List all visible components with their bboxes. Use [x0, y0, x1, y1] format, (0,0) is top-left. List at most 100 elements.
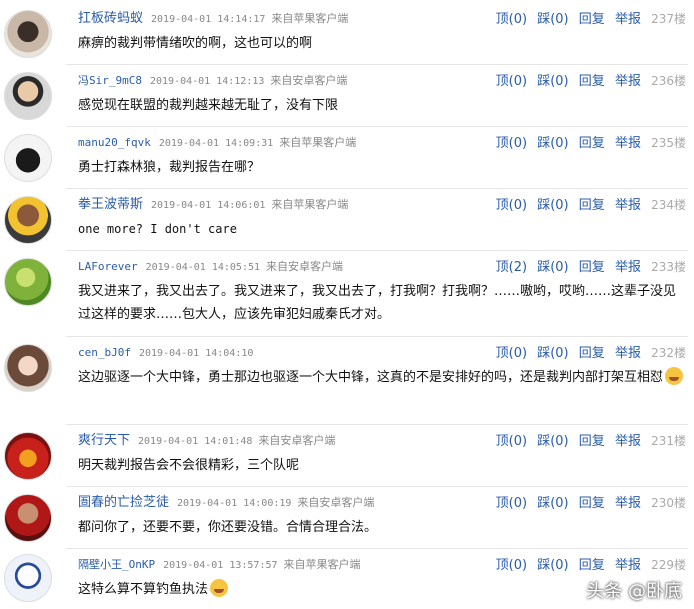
- avatar[interactable]: [4, 258, 52, 306]
- report-button[interactable]: 举报: [615, 198, 641, 213]
- avatar[interactable]: [4, 494, 52, 542]
- floor-number: 232楼: [651, 346, 686, 360]
- comment-actions: 顶(0) 踩(0) 回复 举报 230楼: [490, 492, 686, 511]
- upvote-button[interactable]: 顶(0): [496, 12, 527, 27]
- upvote-button[interactable]: 顶(0): [496, 136, 527, 151]
- comment-text: one more? I don't care: [78, 222, 237, 236]
- upvote-button[interactable]: 顶(0): [496, 496, 527, 511]
- report-button[interactable]: 举报: [615, 74, 641, 89]
- username[interactable]: manu20_fqvk: [78, 136, 151, 149]
- reply-button[interactable]: 回复: [579, 260, 605, 275]
- username[interactable]: 冯Sir_9mC8: [78, 74, 142, 87]
- comment-item: manu20_fqvk 2019-04-01 14:09:31 来自苹果客户端 顶(…: [0, 132, 694, 190]
- comment-item: cen_bJ0f 2019-04-01 14:04:10 顶(0) 踩(0) 回复…: [0, 342, 694, 426]
- post-source: 来自安卓客户端: [297, 496, 375, 509]
- post-time: 2019-04-01 13:57:57: [163, 560, 278, 571]
- floor-number: 231楼: [651, 434, 686, 448]
- avatar[interactable]: [4, 134, 52, 182]
- reply-button[interactable]: 回复: [579, 74, 605, 89]
- username[interactable]: LAForever: [78, 260, 138, 273]
- floor-number: 235楼: [651, 136, 686, 150]
- upvote-button[interactable]: 顶(0): [496, 198, 527, 213]
- comment-item: LAForever 2019-04-01 14:05:51 来自安卓客户端 顶(2)…: [0, 256, 694, 336]
- divider: [66, 336, 688, 337]
- report-button[interactable]: 举报: [615, 12, 641, 27]
- downvote-button[interactable]: 踩(0): [537, 74, 568, 89]
- reply-button[interactable]: 回复: [579, 558, 605, 573]
- post-time: 2019-04-01 14:06:01: [151, 200, 266, 211]
- divider: [66, 64, 688, 65]
- reply-button[interactable]: 回复: [579, 496, 605, 511]
- comment-text: 感觉现在联盟的裁判越来越无耻了，没有下限: [78, 98, 339, 113]
- downvote-button[interactable]: 踩(0): [537, 136, 568, 151]
- comment-item: 扛板砖蚂蚁 2019-04-01 14:14:17 来自苹果客户端 顶(0) 踩(0…: [0, 8, 694, 66]
- post-source: 来自苹果客户端: [279, 136, 357, 149]
- avatar[interactable]: [4, 554, 52, 602]
- downvote-button[interactable]: 踩(0): [537, 434, 568, 449]
- avatar[interactable]: [4, 196, 52, 244]
- comment-text-wrap: 这边驱逐一个大中锋，勇士那边也驱逐一个大中锋，这真的不是安排好的吗，还是裁判内部…: [78, 366, 684, 389]
- comment-text: 我又进来了，我又出去了。我又进来了，我又出去了，打我啊？打我啊？……嗷哟，哎哟……: [78, 284, 677, 322]
- upvote-button[interactable]: 顶(0): [496, 558, 527, 573]
- post-time: 2019-04-01 14:12:13: [149, 76, 265, 87]
- comment-actions: 顶(0) 踩(0) 回复 举报 235楼: [490, 132, 686, 151]
- report-button[interactable]: 举报: [615, 136, 641, 151]
- report-button[interactable]: 举报: [615, 346, 641, 361]
- comment-text: 这特么算不算钓鱼执法: [78, 582, 209, 597]
- avatar[interactable]: [4, 344, 52, 392]
- grin-emoji-icon: [665, 367, 684, 385]
- post-source: 来自苹果客户端: [271, 198, 349, 211]
- upvote-button[interactable]: 顶(0): [496, 74, 527, 89]
- report-button[interactable]: 举报: [615, 260, 641, 275]
- post-time: 2019-04-01 14:04:10: [138, 348, 254, 359]
- report-button[interactable]: 举报: [615, 558, 641, 573]
- upvote-button[interactable]: 顶(0): [496, 434, 527, 449]
- downvote-button[interactable]: 踩(0): [537, 198, 568, 213]
- username[interactable]: 扛板砖蚂蚁: [78, 11, 143, 26]
- reply-button[interactable]: 回复: [579, 434, 605, 449]
- divider: [66, 486, 688, 487]
- comment-text: 都问你了，还要不要，你还要没错。合情合理合法。: [78, 520, 378, 535]
- comment-actions: 顶(0) 踩(0) 回复 举报 234楼: [490, 194, 686, 213]
- username[interactable]: 拳王波蒂斯: [78, 197, 143, 212]
- watermark: 头条 @卧底: [586, 581, 682, 602]
- username[interactable]: 隔壁小王_OnKP: [78, 558, 155, 571]
- comment-actions: 顶(0) 踩(0) 回复 举报 232楼: [490, 342, 686, 361]
- post-source: 来自安卓客户端: [258, 434, 336, 447]
- report-button[interactable]: 举报: [615, 434, 641, 449]
- post-source: 来自安卓客户端: [266, 260, 343, 273]
- post-source: 来自苹果客户端: [283, 558, 361, 571]
- divider: [66, 250, 688, 251]
- downvote-button[interactable]: 踩(0): [537, 496, 568, 511]
- upvote-button[interactable]: 顶(0): [496, 346, 527, 361]
- downvote-button[interactable]: 踩(0): [537, 260, 568, 275]
- reply-button[interactable]: 回复: [579, 136, 605, 151]
- post-source: 来自苹果客户端: [271, 12, 349, 25]
- username[interactable]: 爽行天下: [78, 433, 130, 448]
- comment-actions: 顶(0) 踩(0) 回复 举报 237楼: [490, 8, 686, 27]
- avatar[interactable]: [4, 432, 52, 480]
- floor-number: 234楼: [651, 198, 686, 212]
- comment-item: 爽行天下 2019-04-01 14:01:48 来自安卓客户端 顶(0) 踩(0)…: [0, 430, 694, 488]
- avatar[interactable]: [4, 72, 52, 120]
- downvote-button[interactable]: 踩(0): [537, 346, 568, 361]
- upvote-button[interactable]: 顶(2): [496, 260, 527, 275]
- downvote-button[interactable]: 踩(0): [537, 12, 568, 27]
- comment-item: 拳王波蒂斯 2019-04-01 14:06:01 来自苹果客户端 顶(0) 踩(0…: [0, 194, 694, 252]
- username[interactable]: 圄春的亡捡芝徒: [78, 495, 169, 510]
- avatar[interactable]: [4, 10, 52, 58]
- smirk-emoji-icon: [210, 579, 229, 597]
- floor-number: 230楼: [651, 496, 686, 510]
- reply-button[interactable]: 回复: [579, 346, 605, 361]
- comment-text: 这边驱逐一个大中锋，勇士那边也驱逐一个大中锋，这真的不是安排好的吗，还是裁判内部…: [78, 370, 664, 385]
- comment-item: 冯Sir_9mC8 2019-04-01 14:12:13 来自安卓客户端 顶(0)…: [0, 70, 694, 128]
- comment-actions: 顶(0) 踩(0) 回复 举报 236楼: [490, 70, 686, 89]
- post-source: 来自安卓客户端: [270, 74, 348, 87]
- post-time: 2019-04-01 14:09:31: [158, 138, 274, 149]
- reply-button[interactable]: 回复: [579, 198, 605, 213]
- downvote-button[interactable]: 踩(0): [537, 558, 568, 573]
- report-button[interactable]: 举报: [615, 496, 641, 511]
- comment-actions: 顶(0) 踩(0) 回复 举报 231楼: [490, 430, 686, 449]
- reply-button[interactable]: 回复: [579, 12, 605, 27]
- username[interactable]: cen_bJ0f: [78, 346, 131, 359]
